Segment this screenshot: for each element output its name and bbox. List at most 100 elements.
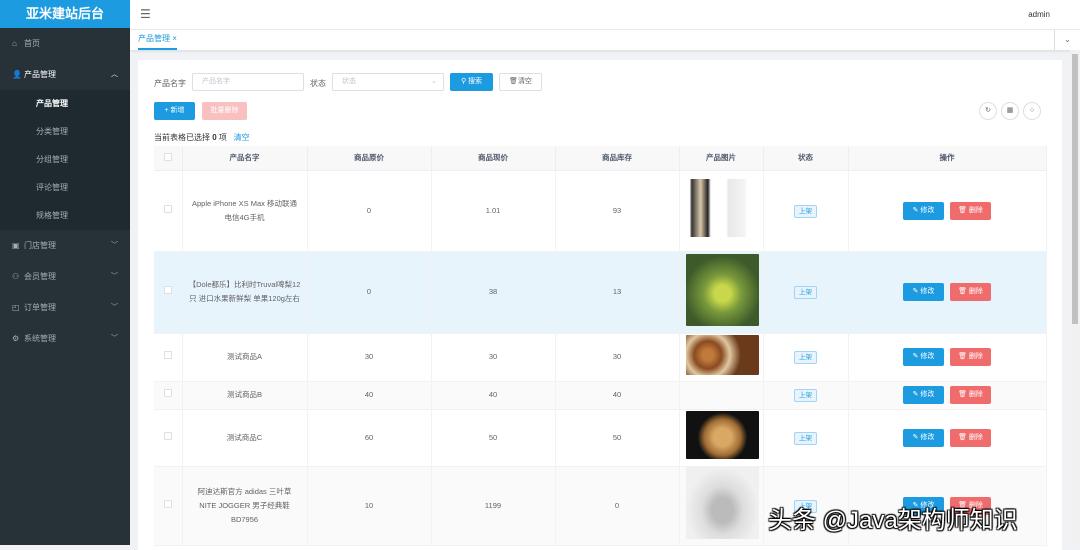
product-image[interactable] xyxy=(685,411,759,459)
chevron-down-icon: ﹀ xyxy=(111,304,118,311)
sidebar-item-home[interactable]: ⌂ 首页 xyxy=(0,28,130,59)
delete-button[interactable]: 🗑 删除 xyxy=(950,428,991,447)
status-badge: 上架 xyxy=(794,286,817,299)
price: 1.01 xyxy=(431,170,556,252)
stock: 13 xyxy=(555,251,680,334)
product-image[interactable] xyxy=(685,253,759,326)
col-name[interactable]: 产品名字 xyxy=(182,146,308,171)
columns-icon[interactable]: ▦ xyxy=(1001,102,1019,120)
user-menu[interactable]: admin xyxy=(1028,10,1050,19)
trash-icon: 🗑 xyxy=(958,288,969,295)
edit-button[interactable]: ✎ 修改 xyxy=(903,428,944,447)
search-button[interactable]: ⚲ 搜索 xyxy=(450,73,493,91)
product-name: 阿迪达斯官方 adidas 三叶草 NITE JOGGER 男子经典鞋BD795… xyxy=(182,466,308,546)
search-toggle-icon[interactable]: ○ xyxy=(1023,102,1041,120)
close-icon[interactable]: × xyxy=(172,34,177,43)
col-status: 状态 xyxy=(763,146,849,171)
status-select[interactable]: 状态 ⌄ xyxy=(332,73,444,91)
sidebar-item-stores[interactable]: ▣ 门店管理 ﹀ xyxy=(0,230,130,261)
product-image[interactable] xyxy=(685,467,759,539)
tab-products[interactable]: 产品管理 × xyxy=(138,30,177,50)
product-image[interactable] xyxy=(685,179,759,237)
delete-button[interactable]: 🗑 删除 xyxy=(950,386,991,404)
stock: 93 xyxy=(555,170,680,252)
add-button[interactable]: + 新增 xyxy=(154,102,195,120)
sidebar-sub-product[interactable]: 产品管理 xyxy=(0,90,130,118)
store-icon: ▣ xyxy=(12,241,20,250)
name-input[interactable]: 产品名字 xyxy=(192,73,304,91)
orig-price: 60 xyxy=(307,409,432,467)
chevron-up-icon: ︿ xyxy=(111,71,118,78)
product-name: 测试商品C xyxy=(182,409,308,467)
delete-button[interactable]: 🗑 删除 xyxy=(950,283,991,301)
col-price[interactable]: 商品现价 xyxy=(431,146,556,171)
tab-dropdown-icon[interactable]: ⌄ xyxy=(1054,30,1080,50)
sidebar-item-members[interactable]: ⚇ 会员管理 ﹀ xyxy=(0,261,130,292)
row-checkbox[interactable] xyxy=(154,466,183,546)
sidebar-item-products[interactable]: 👤 产品管理 ︿ xyxy=(0,59,130,90)
edit-button[interactable]: ✎ 修改 xyxy=(903,348,944,366)
trash-icon: 🗑 xyxy=(509,78,518,85)
price: 38 xyxy=(431,251,556,334)
clear-selection-link[interactable]: 清空 xyxy=(234,133,250,142)
status-badge: 上架 xyxy=(794,389,817,402)
selection-info: 当前表格已选择 0 项 清空 xyxy=(154,133,250,142)
row-checkbox[interactable] xyxy=(154,170,183,252)
col-actions: 操作 xyxy=(848,146,1047,171)
product-table: 产品名字 商品原价 商品现价 商品库存 产品图片 状态 操作 Apple iPh… xyxy=(154,146,1047,546)
sidebar-item-system[interactable]: ⚙ 系统管理 ﹀ xyxy=(0,323,130,354)
chevron-down-icon: ﹀ xyxy=(111,242,118,249)
col-stock[interactable]: 商品库存 xyxy=(555,146,680,171)
sidebar-sub-group[interactable]: 分组管理 xyxy=(0,146,130,174)
col-orig-price[interactable]: 商品原价 xyxy=(307,146,432,171)
actions-cell: ✎ 修改 🗑 删除 xyxy=(848,251,1047,334)
sidebar-item-orders[interactable]: ◰ 订单管理 ﹀ xyxy=(0,292,130,323)
product-image-cell xyxy=(679,251,764,334)
orig-price: 30 xyxy=(307,333,432,382)
actions-cell: ✎ 修改 🗑 删除 xyxy=(848,381,1047,410)
actions-cell: ✎ 修改 🗑 删除 xyxy=(848,409,1047,467)
row-checkbox[interactable] xyxy=(154,409,183,467)
actions-cell: ✎ 修改 🗑 删除 xyxy=(848,333,1047,382)
trash-icon: 🗑 xyxy=(958,353,969,360)
chevron-down-icon: ⌄ xyxy=(431,78,437,85)
select-all-checkbox[interactable] xyxy=(154,146,183,171)
delete-button[interactable]: 🗑 删除 xyxy=(950,348,991,366)
orig-price: 0 xyxy=(307,170,432,252)
product-name: Apple iPhone XS Max 移动联通电信4G手机 xyxy=(182,170,308,252)
name-label: 产品名字 xyxy=(154,79,186,88)
user-icon: 👤 xyxy=(12,70,22,79)
price: 1199 xyxy=(431,466,556,546)
product-image-cell xyxy=(679,170,764,252)
stock: 0 xyxy=(555,466,680,546)
status-label: 状态 xyxy=(310,79,326,88)
sidebar-sub-category[interactable]: 分类管理 xyxy=(0,118,130,146)
edit-button[interactable]: ✎ 修改 xyxy=(903,386,944,404)
table-row: 【Dole都乐】比利时Truval啤梨12只 进口水果新鲜梨 单果120g左右 … xyxy=(154,251,1047,334)
edit-button[interactable]: ✎ 修改 xyxy=(903,283,944,301)
sidebar-sub-spec[interactable]: 规格管理 xyxy=(0,202,130,230)
trash-icon: 🗑 xyxy=(958,206,969,214)
sidebar-sub-comment[interactable]: 评论管理 xyxy=(0,174,130,202)
batch-delete-button[interactable]: 批量删除 xyxy=(202,102,247,120)
product-image[interactable] xyxy=(685,334,759,375)
row-checkbox[interactable] xyxy=(154,333,183,382)
col-image: 产品图片 xyxy=(679,146,764,171)
table-row: 测试商品C 60 50 50 上架 ✎ 修改 🗑 删除 xyxy=(154,409,1047,467)
orig-price: 40 xyxy=(307,381,432,410)
delete-button[interactable]: 🗑 删除 xyxy=(950,201,991,220)
row-checkbox[interactable] xyxy=(154,251,183,334)
row-checkbox[interactable] xyxy=(154,381,183,410)
clear-button[interactable]: 🗑清空 xyxy=(499,73,542,91)
status-badge: 上架 xyxy=(794,204,817,218)
product-image-cell xyxy=(679,381,764,410)
vertical-scrollbar[interactable] xyxy=(1070,50,1080,545)
edit-button[interactable]: ✎ 修改 xyxy=(903,201,944,220)
menu-toggle-icon[interactable]: ☰ xyxy=(140,7,151,21)
status-cell: 上架 xyxy=(763,381,849,410)
order-icon: ◰ xyxy=(12,303,20,312)
product-image-cell xyxy=(679,466,764,546)
refresh-icon[interactable]: ↻ xyxy=(979,102,997,120)
stock: 40 xyxy=(555,381,680,410)
status-cell: 上架 xyxy=(763,333,849,382)
